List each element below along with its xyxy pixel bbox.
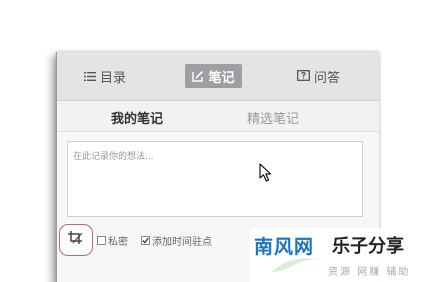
timestamp-checkbox[interactable]: [141, 236, 150, 245]
note-textarea[interactable]: 在此记录你的想法...: [67, 141, 363, 217]
watermark-slogan: 乐子分享: [332, 236, 404, 257]
watermark: 南风网 乐子分享 资源 网赚 辅助: [250, 228, 426, 282]
private-checkbox[interactable]: [97, 236, 106, 245]
mouse-cursor-icon: [259, 163, 273, 187]
top-tab-bar: 目录 笔记 问答: [57, 52, 379, 101]
tab-qa[interactable]: 问答: [297, 64, 340, 88]
screenshot-icon: [67, 230, 85, 250]
tab-catalog-label: 目录: [100, 70, 127, 86]
watermark-subtitle: 资源 网赚 辅助: [328, 267, 411, 278]
watermark-brand: 南风网: [254, 236, 315, 258]
screenshot-canvas: 目录 笔记 问答 我的笔记 精选笔记 在此记录你的想法... 私密 添加时间驻点…: [0, 0, 426, 282]
question-icon: [297, 70, 310, 82]
tab-notes[interactable]: 笔记: [185, 64, 242, 88]
checkmark-icon: [142, 237, 149, 244]
tab-catalog[interactable]: 目录: [84, 64, 126, 88]
tab-qa-label: 问答: [314, 70, 341, 86]
sub-tab-bar: 我的笔记 精选笔记: [57, 101, 379, 132]
tab-featured-notes[interactable]: 精选笔记: [247, 108, 299, 127]
private-label: 私密: [108, 237, 128, 248]
edit-icon: [192, 70, 204, 82]
screenshot-button[interactable]: [59, 224, 93, 256]
list-icon: [84, 71, 96, 82]
note-placeholder: 在此记录你的想法...: [73, 152, 154, 162]
tab-my-notes[interactable]: 我的笔记: [111, 108, 163, 127]
timestamp-label: 添加时间驻点: [152, 237, 212, 248]
tab-notes-label: 笔记: [208, 70, 235, 86]
